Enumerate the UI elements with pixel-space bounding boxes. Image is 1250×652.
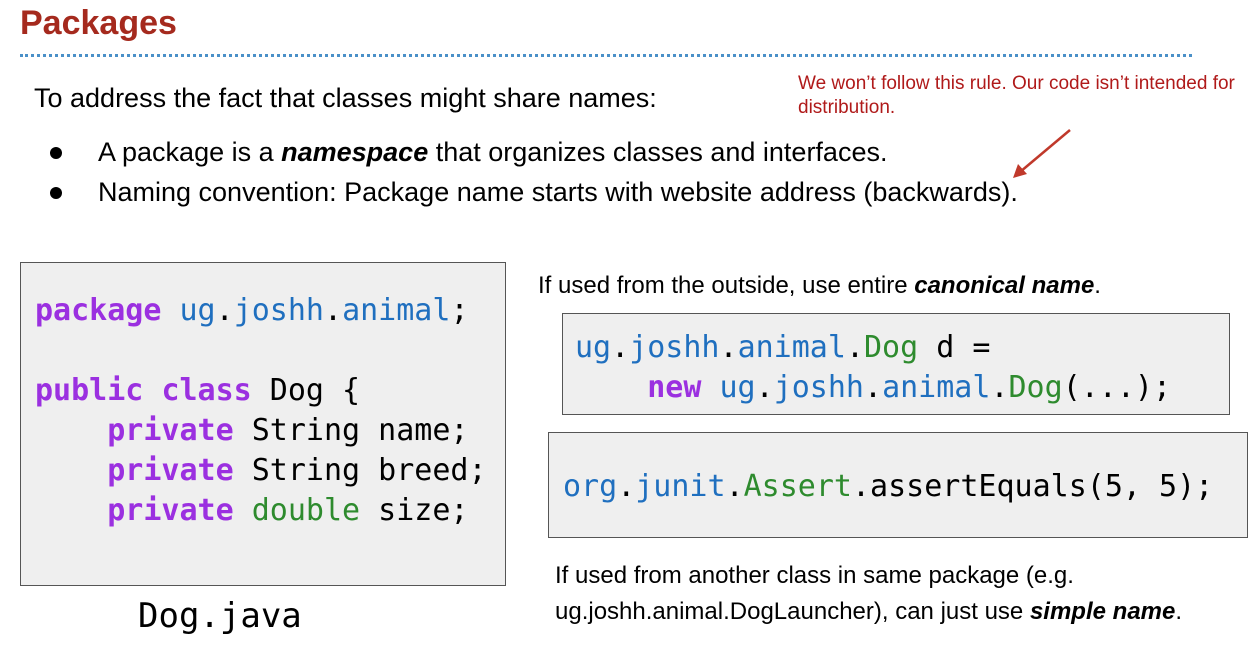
caption-text: If used from another class in same packa… (555, 562, 1074, 625)
code-text: d = (918, 330, 991, 365)
code-type: Dog (864, 330, 919, 365)
code-text: (...); (1062, 370, 1172, 405)
canonical-code-block: ug.joshh.animal.Dog d = new ug.joshh.ani… (562, 313, 1230, 415)
code-text: . (755, 370, 774, 405)
simple-name-caption: If used from another class in same packa… (555, 558, 1235, 630)
code-keyword: private (107, 413, 234, 448)
code-type: Assert (743, 469, 852, 504)
list-item: A package is a namespace that organizes … (40, 132, 1018, 172)
canonical-caption: If used from the outside, use entire can… (538, 270, 1101, 302)
code-package: ug (179, 293, 216, 328)
bullet-icon (50, 187, 62, 199)
code-package: animal (342, 293, 451, 328)
code-text: size; (360, 493, 469, 528)
code-text: String breed; (233, 453, 487, 488)
bullet-text: that organizes classes and interfaces. (428, 137, 888, 167)
bullet-text: Naming convention: Package name starts w… (98, 177, 1018, 207)
code-package: org (563, 469, 618, 504)
code-text: . (719, 330, 738, 365)
code-text: . (215, 293, 234, 328)
code-package: joshh (773, 370, 864, 405)
bullet-emphasis: namespace (281, 137, 429, 167)
code-package: animal (737, 330, 846, 365)
junit-code-block: org.junit.Assert.assertEquals(5, 5); (548, 432, 1248, 538)
dog-code-block: package ug.joshh.animal; public class Do… (20, 262, 506, 586)
code-package: animal (882, 370, 991, 405)
caption-text: If used from the outside, use entire (538, 272, 915, 299)
code-text: String name; (233, 413, 469, 448)
code-keyword: public (35, 373, 144, 408)
caption-text: . (1175, 598, 1183, 625)
code-keyword: new (647, 370, 702, 405)
code-keyword: class (161, 373, 252, 408)
file-name: Dog.java (138, 596, 302, 636)
code-package: joshh (233, 293, 324, 328)
code-text: . (617, 469, 636, 504)
code-text: .assertEquals(5, 5); (852, 469, 1214, 504)
list-item: Naming convention: Package name starts w… (40, 172, 1018, 212)
code-text: . (611, 330, 630, 365)
caption-emphasis: canonical name (914, 272, 1095, 299)
code-text: . (324, 293, 343, 328)
code-text: . (725, 469, 744, 504)
code-text: ; (450, 293, 469, 328)
code-keyword: private (107, 453, 234, 488)
caption-text: . (1094, 272, 1101, 299)
code-text: . (864, 370, 883, 405)
code-keyword: package (35, 293, 162, 328)
code-package: junit (635, 469, 726, 504)
code-package: ug (719, 370, 756, 405)
code-keyword: private (107, 493, 234, 528)
code-package: joshh (629, 330, 720, 365)
code-type: double (251, 493, 361, 528)
code-text: . (990, 370, 1009, 405)
caption-emphasis: simple name (1029, 598, 1176, 625)
code-text: . (845, 330, 864, 365)
code-type: Dog (1008, 370, 1063, 405)
code-text: Dog { (251, 373, 361, 408)
bullet-icon (50, 147, 62, 159)
code-package: ug (575, 330, 612, 365)
bullet-text: A package is a (98, 137, 282, 167)
bullet-list: A package is a namespace that organizes … (40, 132, 1018, 212)
